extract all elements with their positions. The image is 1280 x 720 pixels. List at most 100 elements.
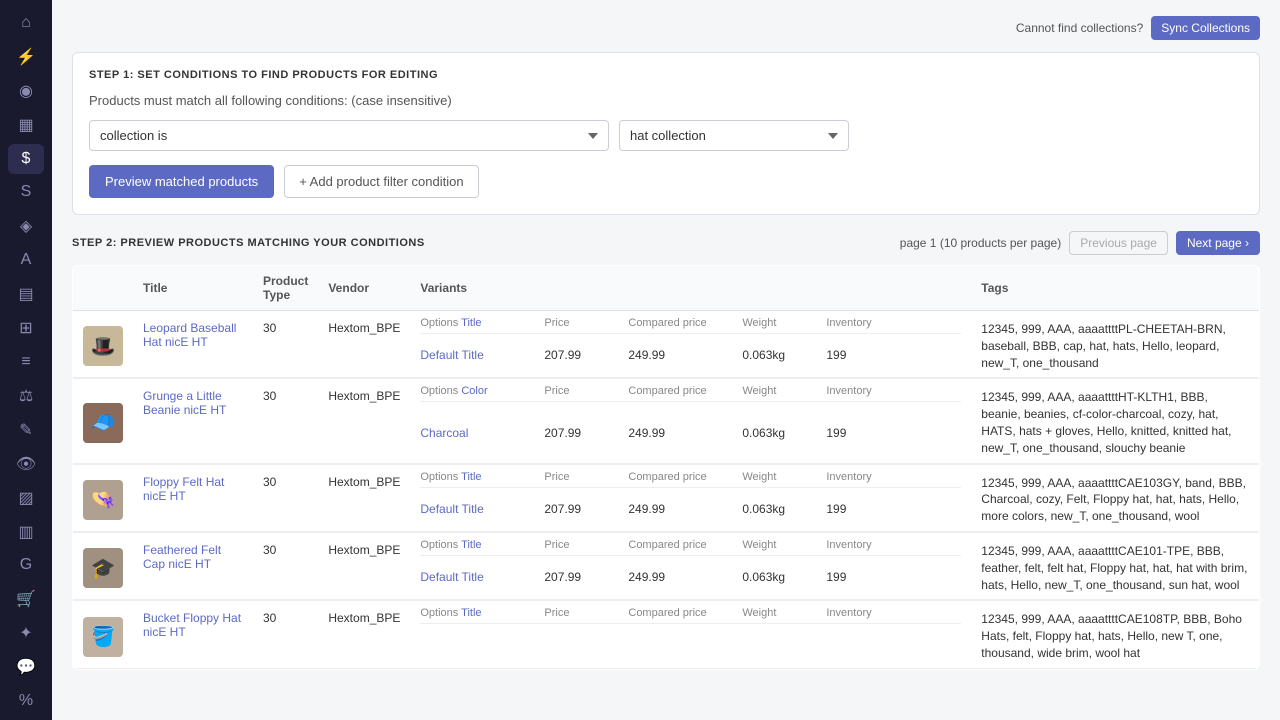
product-vendor-cell: Hextom_BPE (318, 379, 410, 463)
sync-collections-button[interactable]: Sync Collections (1151, 16, 1260, 40)
grid2-icon[interactable]: ▤ (8, 279, 44, 309)
variant-values-cell: Default Title207.99249.990.063kg199 (410, 500, 971, 532)
product-image: 🧢 (83, 403, 123, 443)
product-tags-cell: 12345, 999, AAA, aaaattttCAE103GY, band,… (971, 464, 1259, 531)
product-title-link[interactable]: Leopard Baseball Hat nicE HT (143, 321, 236, 349)
cannot-find-text: Cannot find collections? (1016, 21, 1143, 35)
eye-icon[interactable]: 👁 (8, 449, 44, 479)
pagination-text: page 1 (10 products per page) (900, 236, 1061, 250)
header-tags: Tags (971, 266, 1259, 311)
product-title-cell: Floppy Felt Hat nicE HT (133, 464, 253, 531)
home-icon[interactable]: ⌂ (8, 8, 44, 38)
table-row: 🎩Leopard Baseball Hat nicE HT30Hextom_BP… (73, 311, 1260, 347)
product-title-cell: Bucket Floppy Hat nicE HT (133, 601, 253, 668)
chevron-right-icon: › (1245, 236, 1249, 250)
variant-header-cell: Options TitlePriceCompared priceWeightIn… (410, 601, 971, 652)
percent-icon[interactable]: % (8, 686, 44, 716)
product-title-cell: Leopard Baseball Hat nicE HT (133, 311, 253, 378)
next-page-label: Next page (1187, 236, 1242, 250)
step2-title: STEP 2: PREVIEW PRODUCTS MATCHING YOUR C… (72, 237, 425, 249)
variant-header-cell: Options ColorPriceCompared priceWeightIn… (410, 379, 971, 424)
sale-icon[interactable]: S (8, 178, 44, 208)
product-vendor-cell: Hextom_BPE (318, 532, 410, 599)
variant-values-cell: Charcoal207.99249.990.063kg199 (410, 424, 971, 463)
header-img (73, 266, 134, 311)
dollar-icon[interactable]: $ (8, 144, 44, 174)
grid3-icon[interactable]: ⊞ (8, 313, 44, 343)
product-image: 🎩 (83, 326, 123, 366)
product-image: 👒 (83, 480, 123, 520)
header-variants: Variants (410, 266, 971, 311)
next-page-button[interactable]: Next page › (1176, 231, 1260, 255)
product-title-link[interactable]: Feathered Felt Cap nicE HT (143, 543, 221, 571)
table-row: 🧢Grunge a Little Beanie nicE HT30Hextom_… (73, 379, 1260, 424)
product-tags-cell: 12345, 999, AAA, aaaattttPL-CHEETAH-BRN,… (971, 311, 1259, 378)
product-title-link[interactable]: Floppy Felt Hat nicE HT (143, 475, 224, 503)
product-tags-cell: 12345, 999, AAA, aaaattttHT-KLTH1, BBB, … (971, 379, 1259, 463)
edit-icon[interactable]: ✎ (8, 415, 44, 445)
product-type-cell: 30 (253, 379, 318, 463)
main-content: Cannot find collections? Sync Collection… (52, 0, 1280, 720)
clock-icon[interactable]: ◉ (8, 76, 44, 106)
product-tags-cell: 12345, 999, AAA, aaaattttCAE108TP, BBB, … (971, 601, 1259, 668)
product-title-link[interactable]: Grunge a Little Beanie nicE HT (143, 389, 226, 417)
product-tags-cell: 12345, 999, AAA, aaaattttCAE101-TPE, BBB… (971, 532, 1259, 599)
step1-title: STEP 1: SET CONDITIONS TO FIND PRODUCTS … (89, 69, 1243, 81)
product-type-cell: 30 (253, 464, 318, 531)
lightning-icon[interactable]: ⚡ (8, 42, 44, 72)
list-icon[interactable]: ≡ (8, 347, 44, 377)
product-vendor-cell: Hextom_BPE (318, 601, 410, 668)
tag-icon[interactable]: ◈ (8, 211, 44, 241)
font-icon[interactable]: A (8, 245, 44, 275)
product-title-cell: Grunge a Little Beanie nicE HT (133, 379, 253, 463)
variant-values-cell (410, 651, 971, 668)
product-type-cell: 30 (253, 532, 318, 599)
table-header-row: Title Product Type Vendor Variants Tags (73, 266, 1260, 311)
product-vendor-cell: Hextom_BPE (318, 464, 410, 531)
product-title-cell: Feathered Felt Cap nicE HT (133, 532, 253, 599)
action-row: Preview matched products + Add product f… (89, 165, 1243, 198)
variant-header-cell: Options TitlePriceCompared priceWeightIn… (410, 311, 971, 347)
pagination: page 1 (10 products per page) Previous p… (900, 231, 1260, 255)
table-row: 👒Floppy Felt Hat nicE HT30Hextom_BPEOpti… (73, 464, 1260, 500)
step2-header: STEP 2: PREVIEW PRODUCTS MATCHING YOUR C… (72, 231, 1260, 255)
preview-matched-button[interactable]: Preview matched products (89, 165, 274, 198)
product-image-cell: 🎓 (73, 532, 134, 599)
product-image: 🪣 (83, 617, 123, 657)
table-row: 🎓Feathered Felt Cap nicE HT30Hextom_BPEO… (73, 532, 1260, 568)
topbar: Cannot find collections? Sync Collection… (72, 16, 1260, 40)
previous-page-button[interactable]: Previous page (1069, 231, 1168, 255)
variant-header-cell: Options TitlePriceCompared priceWeightIn… (410, 532, 971, 568)
condition-description: Products must match all following condit… (89, 93, 1243, 108)
product-vendor-cell: Hextom_BPE (318, 311, 410, 378)
product-image-cell: 🧢 (73, 379, 134, 463)
image-icon[interactable]: ▨ (8, 483, 44, 513)
header-vendor: Vendor (318, 266, 410, 311)
product-table: Title Product Type Vendor Variants Tags … (72, 265, 1260, 670)
condition-row: collection is title contains vendor is t… (89, 120, 1243, 151)
g-icon[interactable]: G (8, 551, 44, 581)
variant-values-cell: Default Title207.99249.990.063kg199 (410, 568, 971, 600)
puzzle-icon[interactable]: ✦ (8, 618, 44, 648)
cart-icon[interactable]: 🛒 (8, 584, 44, 614)
variant-header-cell: Options TitlePriceCompared priceWeightIn… (410, 464, 971, 500)
barcode-icon[interactable]: ▥ (8, 517, 44, 547)
separator-row (73, 668, 1260, 669)
step1-card: STEP 1: SET CONDITIONS TO FIND PRODUCTS … (72, 52, 1260, 215)
table-row: 🪣Bucket Floppy Hat nicE HT30Hextom_BPEOp… (73, 601, 1260, 652)
product-image-cell: 🎩 (73, 311, 134, 378)
variant-values-cell: Default Title207.99249.990.063kg199 (410, 346, 971, 378)
scale-icon[interactable]: ⚖ (8, 381, 44, 411)
truck-icon[interactable]: ▦ (8, 110, 44, 140)
product-type-cell: 30 (253, 311, 318, 378)
product-image-cell: 👒 (73, 464, 134, 531)
header-title: Title (133, 266, 253, 311)
add-filter-button[interactable]: + Add product filter condition (284, 165, 478, 198)
product-title-link[interactable]: Bucket Floppy Hat nicE HT (143, 611, 241, 639)
product-image: 🎓 (83, 548, 123, 588)
filter-type-select[interactable]: collection is title contains vendor is t… (89, 120, 609, 151)
product-type-cell: 30 (253, 601, 318, 668)
speech-icon[interactable]: 💬 (8, 652, 44, 682)
sidebar: ⌂ ⚡ ◉ ▦ $ S ◈ A ▤ ⊞ ≡ ⚖ ✎ 👁 ▨ ▥ G 🛒 ✦ 💬 … (0, 0, 52, 720)
filter-value-select[interactable]: hat collection winter collection summer … (619, 120, 849, 151)
